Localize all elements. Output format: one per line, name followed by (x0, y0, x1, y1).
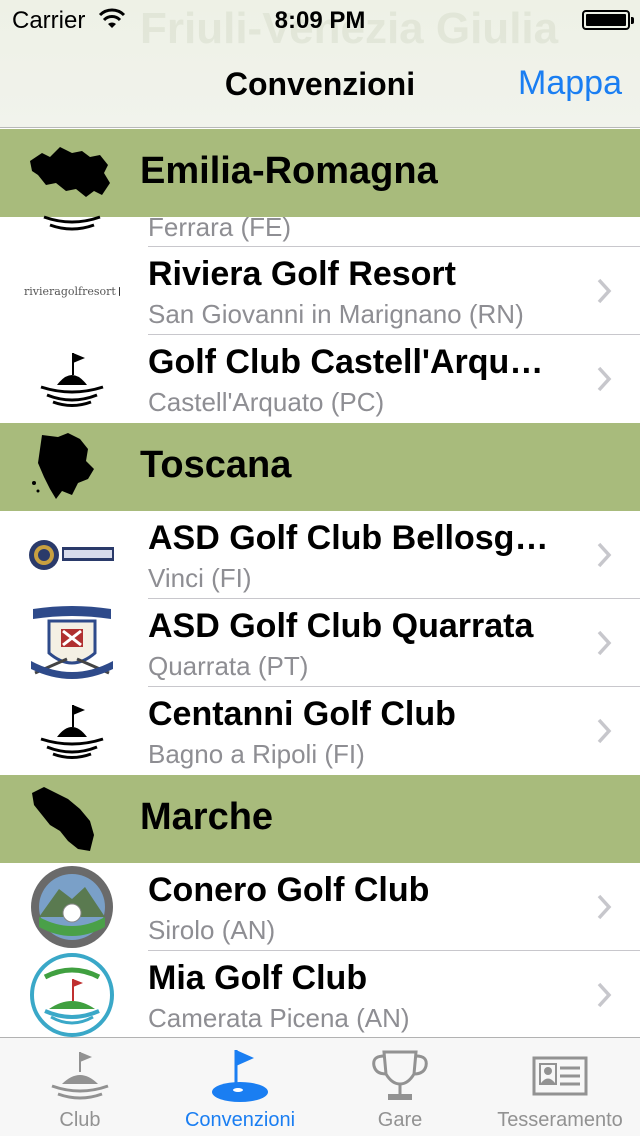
chevron-right-icon (597, 542, 612, 568)
club-name: Mia Golf Club (148, 959, 368, 997)
section-header-marche: Marche (0, 775, 640, 863)
club-location: Bagno a Ripoli (FI) (148, 739, 365, 769)
club-name: Centanni Golf Club (148, 695, 456, 733)
toscana-map-icon (32, 433, 94, 499)
tab-bar: Club Convenzioni Gare Tesseramento (0, 1037, 640, 1136)
golf-flag-icon (24, 693, 120, 769)
club-location: Ferrara (FE) (148, 212, 291, 242)
mia-golf-logo (24, 953, 120, 1037)
club-name: Riviera Golf Resort (148, 255, 456, 293)
list-item-mia-golf-club[interactable]: Mia Golf Club Camerata Picena (AN) (0, 951, 640, 1037)
marche-map-icon (32, 787, 94, 851)
tab-tesseramento[interactable]: Tesseramento (480, 1038, 640, 1136)
golf-flag-icon (24, 341, 120, 417)
id-card-icon (532, 1056, 588, 1096)
emilia-romagna-map-icon (30, 147, 110, 197)
chevron-right-icon (597, 982, 612, 1008)
list-item-riviera-golf-resort[interactable]: rivieragolfresort Riviera Golf Resort Sa… (0, 247, 640, 335)
section-title: Marche (140, 796, 274, 838)
club-location: Castell'Arquato (PC) (148, 387, 385, 417)
list-item-quarrata[interactable]: ASD Golf Club Quarrata Quarrata (PT) (0, 599, 640, 687)
golf-flag-blue-icon (212, 1050, 268, 1102)
club-location: San Giovanni in Marignano (RN) (148, 299, 524, 329)
tab-label: Tesseramento (497, 1109, 623, 1131)
golf-flag-icon (43, 215, 101, 231)
chevron-right-icon (597, 718, 612, 744)
section-title: Emilia-Romagna (140, 150, 438, 192)
list-item-conero[interactable]: Conero Golf Club Sirolo (AN) (0, 863, 640, 951)
navigation-bar: Friuli-Venezia Giulia Carrier 8:09 PM Co… (0, 0, 640, 128)
conero-logo (24, 866, 120, 948)
tab-convenzioni[interactable]: Convenzioni (160, 1038, 320, 1136)
trophy-icon (372, 1050, 428, 1100)
tab-gare[interactable]: Gare (320, 1038, 480, 1136)
clock: 8:09 PM (274, 7, 366, 34)
section-title: Toscana (140, 444, 292, 486)
bellosguardo-logo (24, 517, 120, 593)
battery-icon (582, 10, 634, 30)
club-location: Vinci (FI) (148, 563, 252, 593)
tab-club[interactable]: Club (0, 1038, 160, 1136)
list-item-centanni[interactable]: Centanni Golf Club Bagno a Ripoli (FI) (0, 687, 640, 775)
chevron-right-icon (597, 630, 612, 656)
club-name: ASD Golf Club Bellosguardo (148, 519, 558, 557)
chevron-right-icon (597, 366, 612, 392)
list-item-bellosguardo[interactable]: ASD Golf Club Bellosguardo Vinci (FI) (0, 511, 640, 599)
club-location: Quarrata (PT) (148, 651, 309, 681)
conventions-list[interactable]: Emilia-Romagna Ferrara (FE) rivieragolfr… (0, 129, 640, 1037)
map-button[interactable]: Mappa (518, 64, 622, 103)
list-item-ferrara[interactable]: Ferrara (FE) (0, 212, 640, 247)
club-name: ASD Golf Club Quarrata (148, 607, 534, 645)
tab-label: Gare (377, 1109, 423, 1131)
section-header-toscana: Toscana (0, 423, 640, 511)
club-location: Camerata Picena (AN) (148, 1003, 410, 1033)
quarrata-logo (24, 605, 120, 681)
chevron-right-icon (597, 278, 612, 304)
tab-label: Convenzioni (184, 1109, 296, 1131)
club-location: Sirolo (AN) (148, 915, 276, 945)
golf-hill-icon (51, 1052, 109, 1100)
section-header-emilia-romagna: Emilia-Romagna (0, 129, 640, 217)
status-bar: Carrier 8:09 PM (0, 0, 640, 40)
club-name: Golf Club Castell'Arquato (148, 343, 558, 381)
chevron-right-icon (597, 894, 612, 920)
tab-label: Club (59, 1109, 101, 1131)
club-name: Conero Golf Club (148, 871, 430, 909)
riviera-logo: rivieragolfresort (24, 253, 120, 329)
list-item-castell-arquato[interactable]: Golf Club Castell'Arquato Castell'Arquat… (0, 335, 640, 423)
